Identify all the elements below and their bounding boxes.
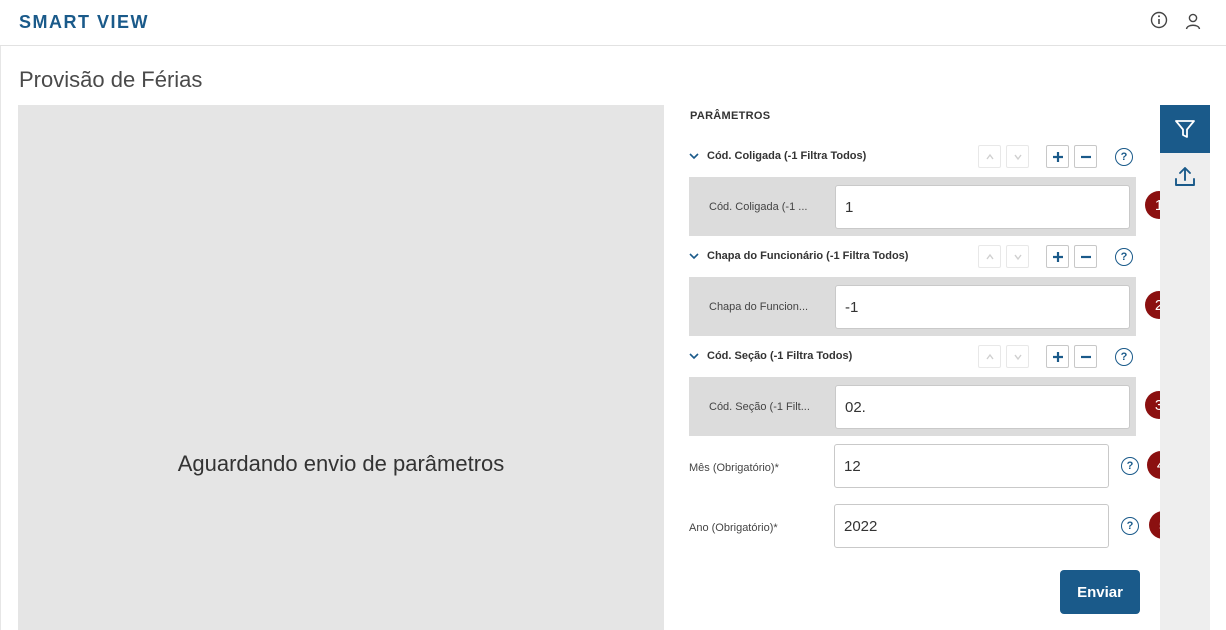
chevron-up-icon bbox=[985, 153, 994, 159]
chevron-down-icon[interactable] bbox=[688, 250, 700, 262]
param-header-chapa[interactable]: Chapa do Funcionário (-1 Filtra Todos) ? bbox=[688, 245, 1138, 269]
help-icon[interactable]: ? bbox=[1115, 148, 1133, 166]
param-label-coligada: Cód. Coligada (-1 Filtra Todos) bbox=[707, 150, 867, 162]
help-icon[interactable]: ? bbox=[1121, 457, 1139, 475]
move-down-button[interactable] bbox=[1006, 145, 1029, 168]
plus-icon bbox=[1052, 351, 1063, 362]
left-border bbox=[0, 0, 1, 630]
move-up-button[interactable] bbox=[978, 245, 1001, 268]
send-button[interactable]: Enviar bbox=[1060, 570, 1140, 614]
chevron-down-icon[interactable] bbox=[688, 150, 700, 162]
param-header-coligada[interactable]: Cód. Coligada (-1 Filtra Todos) ? bbox=[688, 145, 1138, 169]
user-icon[interactable] bbox=[1184, 12, 1202, 30]
remove-value-button[interactable] bbox=[1074, 145, 1097, 168]
chapa-input[interactable]: -1 bbox=[835, 285, 1130, 329]
help-icon[interactable]: ? bbox=[1115, 248, 1133, 266]
minus-icon bbox=[1080, 155, 1091, 158]
chevron-down-icon[interactable] bbox=[688, 350, 700, 362]
param-label-chapa: Chapa do Funcionário (-1 Filtra Todos) bbox=[707, 250, 909, 262]
chevron-down-icon bbox=[1013, 354, 1022, 360]
parameters-title: PARÂMETROS bbox=[690, 110, 771, 122]
remove-value-button[interactable] bbox=[1074, 245, 1097, 268]
filter-button[interactable] bbox=[1160, 105, 1210, 153]
month-label: Mês (Obrigatório)* bbox=[689, 462, 779, 474]
preview-waiting-message: Aguardando envio de parâmetros bbox=[177, 451, 505, 476]
chevron-up-icon bbox=[985, 253, 994, 259]
chevron-up-icon bbox=[985, 353, 994, 359]
param-body-coligada: Cód. Coligada (-1 ... 1 bbox=[689, 177, 1136, 236]
help-icon[interactable]: ? bbox=[1121, 517, 1139, 535]
field-label-secao: Cód. Seção (-1 Filt... bbox=[709, 401, 810, 413]
add-value-button[interactable] bbox=[1046, 245, 1069, 268]
plus-icon bbox=[1052, 151, 1063, 162]
remove-value-button[interactable] bbox=[1074, 345, 1097, 368]
info-circle-icon[interactable] bbox=[1150, 11, 1168, 29]
side-toolbar bbox=[1160, 105, 1210, 630]
minus-icon bbox=[1080, 355, 1091, 358]
move-up-button[interactable] bbox=[978, 345, 1001, 368]
field-label-coligada: Cód. Coligada (-1 ... bbox=[709, 201, 808, 213]
brand-title: SMART VIEW bbox=[19, 12, 149, 32]
filter-icon bbox=[1175, 120, 1195, 138]
param-body-chapa: Chapa do Funcion... -1 bbox=[689, 277, 1136, 336]
move-up-button[interactable] bbox=[978, 145, 1001, 168]
add-value-button[interactable] bbox=[1046, 145, 1069, 168]
upload-icon[interactable] bbox=[1173, 165, 1197, 189]
chevron-down-icon bbox=[1013, 254, 1022, 260]
minus-icon bbox=[1080, 255, 1091, 258]
page-title: Provisão de Férias bbox=[19, 67, 203, 92]
add-value-button[interactable] bbox=[1046, 345, 1069, 368]
top-bar: SMART VIEW bbox=[0, 0, 1226, 46]
month-input[interactable]: 12 bbox=[834, 444, 1109, 488]
help-icon[interactable]: ? bbox=[1115, 348, 1133, 366]
param-label-secao: Cód. Seção (-1 Filtra Todos) bbox=[707, 350, 853, 362]
move-down-button[interactable] bbox=[1006, 345, 1029, 368]
coligada-input[interactable]: 1 bbox=[835, 185, 1130, 229]
year-input[interactable]: 2022 bbox=[834, 504, 1109, 548]
chevron-down-icon bbox=[1013, 154, 1022, 160]
plus-icon bbox=[1052, 251, 1063, 262]
report-preview-area: Aguardando envio de parâmetros bbox=[18, 105, 664, 630]
secao-input[interactable]: 02. bbox=[835, 385, 1130, 429]
move-down-button[interactable] bbox=[1006, 245, 1029, 268]
field-label-chapa: Chapa do Funcion... bbox=[709, 301, 809, 313]
param-body-secao: Cód. Seção (-1 Filt... 02. bbox=[689, 377, 1136, 436]
param-header-secao[interactable]: Cód. Seção (-1 Filtra Todos) ? bbox=[688, 345, 1138, 369]
year-label: Ano (Obrigatório)* bbox=[689, 522, 778, 534]
